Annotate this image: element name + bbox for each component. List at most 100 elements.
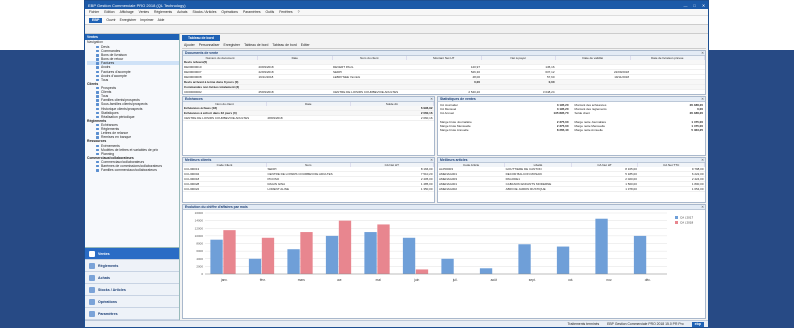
tab-tableau-de-bord[interactable]: Tableau de bord (182, 35, 220, 41)
bar-ca-2017-juin[interactable] (402, 237, 416, 274)
sidebar-item-label: Tous (101, 77, 109, 82)
document-icon (96, 87, 99, 90)
action-tableau-de-bord[interactable]: Tableau de bord (272, 43, 296, 47)
help-button[interactable]: Aide (158, 18, 165, 22)
bar-ca-2017-juil[interactable] (441, 258, 454, 274)
menu-edition[interactable]: Edition (104, 10, 114, 14)
bar-ca-2017-fevr[interactable] (248, 258, 262, 274)
document-icon (96, 144, 99, 147)
menu-fichier[interactable]: Fichier (89, 10, 99, 14)
module-stocks-articles[interactable]: Stocks / Articles (85, 284, 179, 296)
action-enregistrer[interactable]: Enregistrer (223, 43, 240, 47)
navigation-pane: Ventes Navigation Devis Commandes Bons de … (85, 34, 180, 320)
best-articles-table: Code Article Libellé CA Net HT CA Net TTC AL… (438, 163, 705, 192)
close-icon[interactable]: ✕ (430, 158, 433, 163)
document-icon (96, 152, 99, 156)
menu-fenetres[interactable]: Fenêtres (279, 10, 292, 14)
action-tableau-de-bord[interactable]: Tableau de bord (244, 43, 268, 47)
menu-stocks-articles[interactable]: Stocks / Articles (192, 10, 216, 14)
bar-ca-2017-dec[interactable] (633, 235, 647, 274)
sidebar-item-tous[interactable]: Tous (87, 78, 179, 82)
bar-ca-2018-mars[interactable] (300, 232, 313, 274)
sidebar-item-label: Planning (101, 151, 115, 156)
menu-ventes[interactable]: Ventes (139, 10, 149, 14)
close-icon[interactable]: ✕ (430, 97, 433, 102)
stat-label: CA Annuel (440, 111, 455, 116)
module-operations[interactable]: Opérations (85, 296, 179, 308)
maximize-button[interactable]: □ (690, 3, 699, 8)
stats-column-right: Montant des échéances 26 488,20 Montant de… (575, 103, 704, 132)
document-icon (96, 95, 99, 98)
x-tick-label: mai (376, 278, 381, 282)
bar-ca-2018-mai[interactable] (377, 224, 390, 274)
table-row[interactable]: CENTRE DE LOISIRS COURBEVOIE ADULTES 28/0… (183, 115, 434, 121)
close-icon[interactable]: ✕ (701, 51, 704, 56)
version-text: EBP Gestion Commerciale PRO 2018 15.0 PR… (607, 322, 684, 326)
document-icon (96, 62, 99, 65)
bar-ca-2017-janv[interactable] (210, 239, 223, 274)
x-tick-label: août (491, 278, 497, 282)
module-reglements[interactable]: Règlements (85, 260, 179, 272)
action-personnaliser[interactable]: Personnaliser (199, 43, 220, 47)
status-text: Traitements terminés (567, 322, 600, 326)
bar-ca-2017-sept[interactable] (518, 244, 531, 274)
table-cell (556, 95, 631, 96)
menu-operations[interactable]: Opérations (221, 10, 238, 14)
close-icon[interactable]: ✕ (701, 158, 704, 163)
sidebar-item-planning[interactable]: Planning (87, 152, 179, 156)
echeances-table: Nom du client Date Solde dû Echéances échue… (183, 102, 434, 121)
menu-achats[interactable]: Achats (177, 10, 187, 14)
menu-affichage[interactable]: Affichage (120, 10, 134, 14)
sidebar-item-remises-en-banque[interactable]: Remises en banque (87, 135, 179, 139)
save-button[interactable]: Enregistrer (120, 18, 137, 22)
y-tick-label: 4000 (196, 257, 203, 261)
table-cell: CCLI00022 (183, 186, 267, 192)
background-band-right (709, 50, 794, 328)
menu-outils[interactable]: Outils (266, 10, 275, 14)
document-icon (96, 123, 99, 127)
table-header: Code Client Nom CA Net HT (183, 163, 434, 167)
table-row[interactable]: CD0000000906/11/2018LEBRYNEE Yannick660,… (183, 95, 705, 96)
bar-ca-2017-mars[interactable] (287, 249, 300, 274)
sidebar-item-familles-commerciaux-collaborateurs[interactable]: Familles commerciaux/collaborateurs (87, 168, 179, 172)
module-parametres[interactable]: Paramètres (85, 308, 179, 320)
sidebar-item-realisation-periodique[interactable]: Réalisation périodique (87, 115, 179, 119)
bar-ca-2017-nov[interactable] (595, 218, 608, 274)
legend-label: CA | 2017 (680, 216, 693, 220)
module-label: Opérations (98, 299, 117, 304)
module-icon (89, 274, 95, 281)
bar-ca-2017-avr[interactable] (325, 235, 339, 274)
action-ajouter[interactable]: Ajouter (184, 43, 195, 47)
open-button[interactable]: Ouvrir (106, 18, 115, 22)
print-button[interactable]: Imprimer (140, 18, 153, 22)
bar-ca-2018-avr[interactable] (338, 220, 352, 274)
module-ventes[interactable]: Ventes (85, 248, 179, 260)
table-cell: LEBRYNEE Yannick (332, 95, 407, 96)
close-button[interactable]: ✕ (699, 3, 708, 8)
y-tick-label: 0 (201, 272, 203, 276)
bar-ca-2017-oct[interactable] (556, 246, 570, 274)
x-tick-label: mars (298, 278, 305, 282)
action-editer[interactable]: Editer (301, 43, 310, 47)
menu-reglements[interactable]: Règlements (154, 10, 172, 14)
document-icon (96, 78, 99, 82)
table-row[interactable]: AMENAG002 ABRI DE JARDIN RUSTIQUE 1 378,00… (438, 186, 705, 192)
bar-ca-2018-juin[interactable] (415, 269, 429, 274)
best-clients-panel: Meilleurs clients ✕ Code Client Nom CA Net… (182, 157, 435, 203)
menu-parametres[interactable]: Paramètres (243, 10, 261, 14)
stat-label: Marge brute Annuelle (440, 128, 469, 133)
bar-ca-2018-janv[interactable] (223, 230, 236, 274)
table-row[interactable]: CCLI00022 LORENT ALINE 1 350,00 (183, 186, 434, 192)
bar-ca-2017-mai[interactable] (364, 232, 377, 274)
menu-[interactable]: ? (298, 10, 300, 14)
table-cell: 792,00 (481, 95, 556, 96)
minimize-button[interactable]: — (681, 3, 690, 8)
close-icon[interactable]: ✕ (701, 97, 704, 102)
bar-ca-2017-aout[interactable] (479, 268, 493, 274)
module-achats[interactable]: Achats (85, 272, 179, 284)
module-icon (89, 250, 95, 257)
document-icon (96, 169, 99, 172)
table-header: Nom du client Date Solde dû (183, 102, 434, 106)
module-label: Stocks / Articles (98, 287, 126, 292)
bar-ca-2018-fevr[interactable] (261, 237, 275, 274)
